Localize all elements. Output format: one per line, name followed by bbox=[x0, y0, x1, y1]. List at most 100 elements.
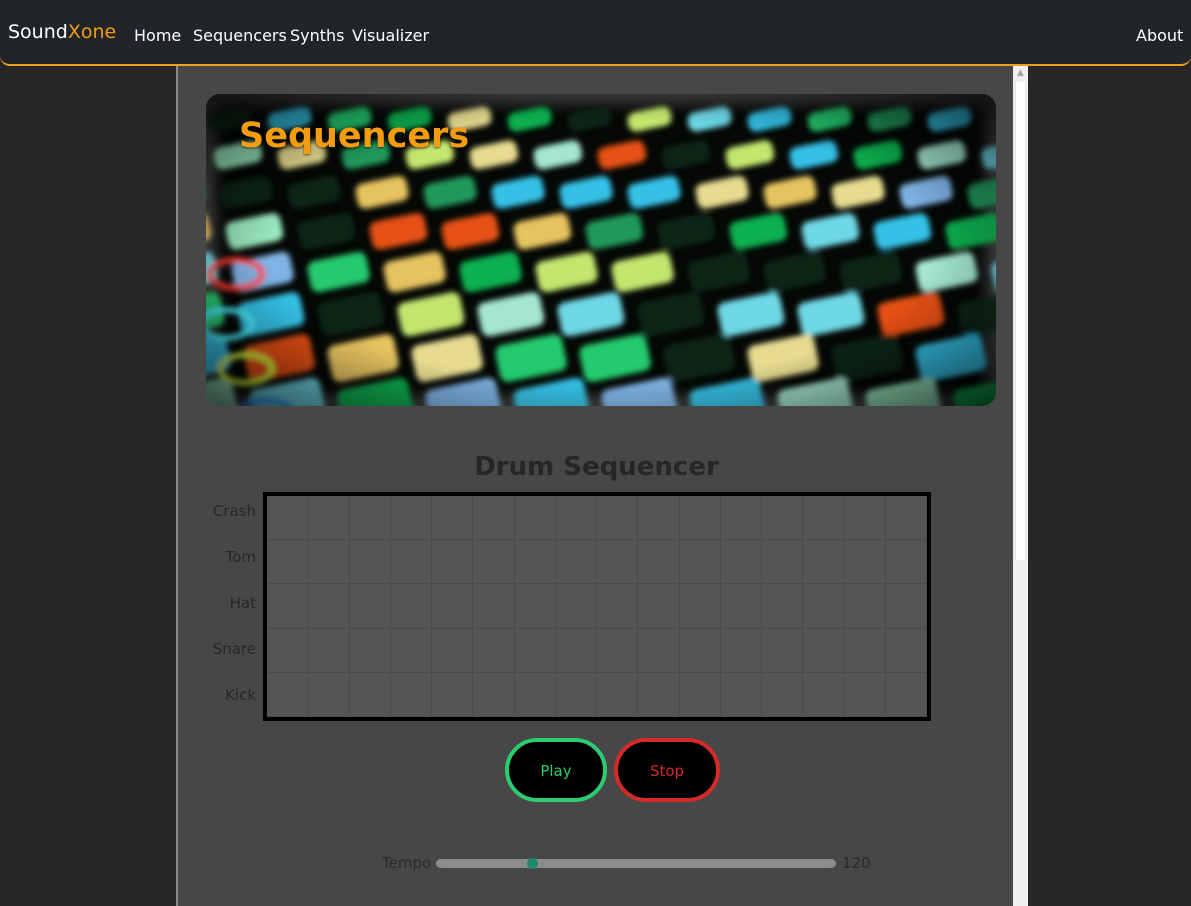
step-cell[interactable] bbox=[349, 628, 391, 673]
step-cell[interactable] bbox=[267, 540, 309, 585]
step-cell[interactable] bbox=[844, 540, 886, 585]
step-cell[interactable] bbox=[555, 584, 597, 629]
tempo-slider[interactable] bbox=[436, 858, 836, 869]
step-cell[interactable] bbox=[803, 540, 845, 585]
step-cell[interactable] bbox=[638, 628, 680, 673]
step-cell[interactable] bbox=[349, 672, 391, 717]
play-button[interactable]: Play bbox=[505, 738, 607, 802]
step-cell[interactable] bbox=[679, 540, 721, 585]
step-cell[interactable] bbox=[473, 672, 515, 717]
step-cell[interactable] bbox=[473, 496, 515, 541]
page-title: Sequencers bbox=[239, 116, 470, 156]
nav-link-synths[interactable]: Synths bbox=[290, 26, 345, 45]
step-cell[interactable] bbox=[679, 672, 721, 717]
step-cell[interactable] bbox=[720, 672, 762, 717]
step-cell[interactable] bbox=[349, 496, 391, 541]
step-cell[interactable] bbox=[308, 496, 350, 541]
step-cell[interactable] bbox=[597, 496, 639, 541]
step-cell[interactable] bbox=[597, 628, 639, 673]
step-cell[interactable] bbox=[638, 584, 680, 629]
step-cell[interactable] bbox=[308, 672, 350, 717]
step-cell[interactable] bbox=[267, 672, 309, 717]
step-cell[interactable] bbox=[762, 628, 804, 673]
step-cell[interactable] bbox=[267, 496, 309, 541]
scrollbar[interactable]: ▲ bbox=[1013, 66, 1028, 906]
step-cell[interactable] bbox=[432, 672, 474, 717]
step-cell[interactable] bbox=[432, 628, 474, 673]
step-cell[interactable] bbox=[514, 584, 556, 629]
step-cell[interactable] bbox=[473, 584, 515, 629]
sequencer-grid[interactable] bbox=[263, 492, 931, 721]
row-label-snare: Snare bbox=[212, 640, 256, 658]
step-cell[interactable] bbox=[844, 496, 886, 541]
step-cell[interactable] bbox=[885, 496, 927, 541]
step-cell[interactable] bbox=[390, 672, 432, 717]
step-cell[interactable] bbox=[514, 496, 556, 541]
step-cell[interactable] bbox=[390, 496, 432, 541]
step-cell[interactable] bbox=[597, 672, 639, 717]
step-cell[interactable] bbox=[803, 628, 845, 673]
step-cell[interactable] bbox=[720, 628, 762, 673]
step-cell[interactable] bbox=[679, 584, 721, 629]
step-cell[interactable] bbox=[679, 496, 721, 541]
step-cell[interactable] bbox=[432, 540, 474, 585]
sequencer-title: Drum Sequencer bbox=[474, 452, 719, 482]
step-cell[interactable] bbox=[308, 628, 350, 673]
scrollbar-thumb[interactable] bbox=[1015, 82, 1026, 560]
scroll-up-arrow-icon[interactable]: ▲ bbox=[1013, 66, 1028, 81]
step-cell[interactable] bbox=[555, 496, 597, 541]
step-cell[interactable] bbox=[720, 584, 762, 629]
brand-text-xone: Xone bbox=[67, 21, 117, 43]
step-cell[interactable] bbox=[432, 584, 474, 629]
nav-link-visualizer[interactable]: Visualizer bbox=[352, 26, 429, 45]
step-cell[interactable] bbox=[308, 540, 350, 585]
brand-logo[interactable]: SoundXone bbox=[8, 21, 116, 43]
step-cell[interactable] bbox=[885, 628, 927, 673]
step-cell[interactable] bbox=[720, 496, 762, 541]
step-cell[interactable] bbox=[308, 584, 350, 629]
step-cell[interactable] bbox=[514, 628, 556, 673]
step-cell[interactable] bbox=[514, 672, 556, 717]
tempo-value: 120 bbox=[842, 854, 871, 872]
step-cell[interactable] bbox=[597, 584, 639, 629]
step-cell[interactable] bbox=[803, 672, 845, 717]
step-cell[interactable] bbox=[762, 672, 804, 717]
step-cell[interactable] bbox=[762, 540, 804, 585]
step-cell[interactable] bbox=[803, 496, 845, 541]
step-cell[interactable] bbox=[432, 496, 474, 541]
step-cell[interactable] bbox=[679, 628, 721, 673]
step-cell[interactable] bbox=[349, 540, 391, 585]
step-cell[interactable] bbox=[844, 672, 886, 717]
step-cell[interactable] bbox=[885, 584, 927, 629]
nav-link-home[interactable]: Home bbox=[134, 26, 181, 45]
step-cell[interactable] bbox=[762, 496, 804, 541]
step-cell[interactable] bbox=[844, 584, 886, 629]
step-cell[interactable] bbox=[390, 540, 432, 585]
step-cell[interactable] bbox=[555, 628, 597, 673]
step-cell[interactable] bbox=[390, 584, 432, 629]
step-cell[interactable] bbox=[514, 540, 556, 585]
step-cell[interactable] bbox=[638, 672, 680, 717]
step-cell[interactable] bbox=[885, 672, 927, 717]
step-cell[interactable] bbox=[885, 540, 927, 585]
nav-link-sequencers[interactable]: Sequencers bbox=[193, 26, 287, 45]
step-cell[interactable] bbox=[555, 540, 597, 585]
step-cell[interactable] bbox=[803, 584, 845, 629]
step-cell[interactable] bbox=[473, 540, 515, 585]
step-cell[interactable] bbox=[720, 540, 762, 585]
row-label-crash: Crash bbox=[212, 502, 256, 520]
step-cell[interactable] bbox=[844, 628, 886, 673]
step-cell[interactable] bbox=[555, 672, 597, 717]
step-cell[interactable] bbox=[390, 628, 432, 673]
step-cell[interactable] bbox=[349, 584, 391, 629]
step-cell[interactable] bbox=[638, 496, 680, 541]
stop-button[interactable]: Stop bbox=[614, 738, 720, 802]
step-cell[interactable] bbox=[762, 584, 804, 629]
step-cell[interactable] bbox=[267, 628, 309, 673]
step-cell[interactable] bbox=[267, 584, 309, 629]
nav-link-about[interactable]: About bbox=[1136, 26, 1183, 45]
step-cell[interactable] bbox=[597, 540, 639, 585]
tempo-slider-thumb[interactable] bbox=[527, 858, 538, 869]
step-cell[interactable] bbox=[638, 540, 680, 585]
step-cell[interactable] bbox=[473, 628, 515, 673]
